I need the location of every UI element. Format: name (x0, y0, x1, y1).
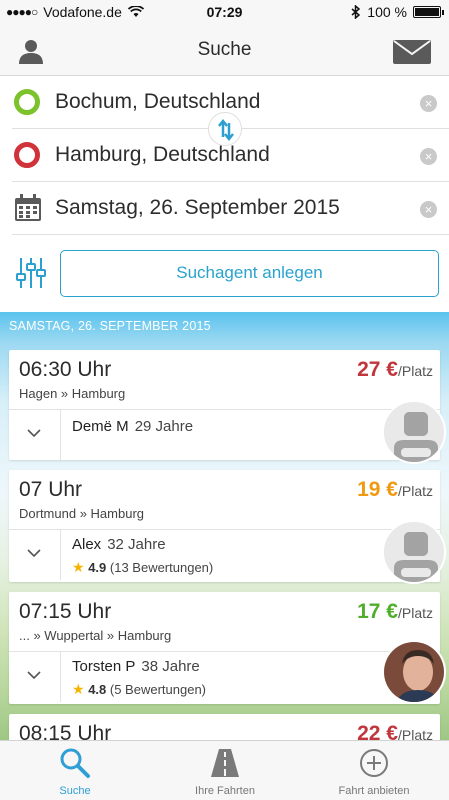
driver-age: 32 Jahre (107, 536, 166, 553)
plus-circle-icon (360, 749, 388, 777)
ride-price: 22 €/Platz (357, 722, 433, 740)
driver-info: Demë M 29 Jahre (72, 418, 193, 435)
ride-time: 06:30 Uhr (19, 358, 112, 381)
origin-value: Bochum, Deutschland (55, 90, 261, 113)
tab-bar: Suche Ihre Fahrten Fahrt anbieten (0, 740, 449, 800)
expand-button[interactable] (9, 410, 61, 460)
chevron-down-icon (27, 549, 41, 558)
chevron-down-icon (27, 671, 41, 680)
star-icon: ★ (72, 681, 85, 697)
review-count: (13 Bewertungen) (109, 560, 214, 575)
avatar (382, 520, 446, 584)
nav-bar: Suche (0, 26, 449, 76)
ride-route: ... » Wuppertal » Hamburg (19, 628, 172, 643)
driver-rating: ★ 4.8 (5 Bewertungen) (72, 681, 206, 698)
default-avatar-icon (384, 522, 444, 582)
swap-arrows-icon (218, 118, 234, 142)
price-unit: /Platz (397, 363, 433, 379)
tab-offer-ride[interactable]: Fahrt anbieten (299, 741, 449, 800)
date-field[interactable]: Samstag, 26. September 2015 × (12, 182, 449, 235)
avatar (382, 640, 446, 704)
driver-age: 38 Jahre (141, 658, 200, 675)
mail-icon[interactable] (393, 40, 431, 64)
driver-info: Torsten P 38 Jahre (72, 658, 200, 675)
ride-time: 08:15 Uhr (19, 722, 112, 740)
avatar (382, 400, 446, 464)
tab-label: Fahrt anbieten (338, 785, 410, 797)
star-icon: ★ (72, 559, 85, 575)
origin-marker-icon (14, 89, 40, 115)
expand-button[interactable] (9, 530, 61, 580)
filter-sliders-icon[interactable] (16, 257, 46, 289)
tab-label: Ihre Fahrten (195, 785, 255, 797)
tab-search[interactable]: Suche (0, 741, 150, 800)
tab-label: Suche (59, 785, 91, 797)
destination-marker-icon (14, 142, 40, 168)
default-avatar-icon (384, 402, 444, 462)
review-count: (5 Bewertungen) (109, 682, 207, 697)
ride-card[interactable]: 07 Uhr 19 €/Platz Dortmund » Hamburg Ale… (9, 470, 446, 584)
status-bar: ●●●●○ Vodafone.de 07:29 100 % (0, 0, 449, 26)
bluetooth-icon (351, 5, 361, 19)
ride-price: 27 €/Platz (357, 358, 433, 382)
search-icon (60, 748, 90, 778)
driver-name: Demë M (72, 418, 129, 435)
driver-rating: ★ 4.9 (13 Bewertungen) (72, 559, 213, 576)
price-unit: /Platz (397, 483, 433, 499)
clear-origin-icon[interactable]: × (420, 95, 437, 112)
search-form: Bochum, Deutschland × Hamburg, Deutschla… (0, 76, 449, 235)
date-value: Samstag, 26. September 2015 (55, 196, 340, 219)
date-section-header: SAMSTAG, 26. SEPTEMBER 2015 (9, 319, 211, 333)
ride-card[interactable]: 06:30 Uhr 27 €/Platz Hagen » Hamburg Dem… (9, 350, 446, 464)
divider (9, 529, 440, 530)
price-amount: 27 € (357, 358, 398, 381)
road-icon (211, 749, 239, 777)
driver-name: Torsten P (72, 658, 136, 675)
create-search-agent-button[interactable]: Suchagent anlegen (60, 250, 439, 297)
tab-my-rides[interactable]: Ihre Fahrten (150, 741, 300, 800)
ride-price: 19 €/Platz (357, 478, 433, 502)
results-list[interactable]: SAMSTAG, 26. SEPTEMBER 2015 06:30 Uhr 27… (0, 312, 449, 740)
ride-card[interactable]: 07:15 Uhr 17 €/Platz ... » Wuppertal » H… (9, 592, 446, 704)
expand-button[interactable] (9, 652, 61, 702)
divider (9, 409, 440, 410)
ride-route: Dortmund » Hamburg (19, 506, 144, 521)
ride-card[interactable]: 08:15 Uhr 22 €/Platz (9, 714, 440, 740)
ride-route: Hagen » Hamburg (19, 386, 126, 401)
divider (9, 651, 440, 652)
driver-name: Alex (72, 536, 102, 553)
ride-price: 17 €/Platz (357, 600, 433, 624)
page-title: Suche (197, 39, 252, 60)
price-amount: 19 € (357, 478, 398, 501)
ride-time: 07:15 Uhr (19, 600, 112, 623)
rating-score: 4.9 (88, 560, 107, 575)
battery-icon (413, 6, 444, 18)
swap-locations-button[interactable] (208, 112, 242, 146)
price-unit: /Platz (397, 727, 433, 740)
rating-score: 4.8 (88, 682, 107, 697)
price-amount: 17 € (357, 600, 398, 623)
price-amount: 22 € (357, 722, 398, 740)
clear-date-icon[interactable]: × (420, 201, 437, 218)
calendar-icon (15, 194, 41, 221)
chevron-down-icon (27, 429, 41, 438)
price-unit: /Platz (397, 605, 433, 621)
driver-photo (384, 642, 444, 702)
clear-destination-icon[interactable]: × (420, 148, 437, 165)
driver-age: 29 Jahre (134, 418, 194, 435)
driver-info: Alex 32 Jahre (72, 536, 166, 553)
search-agent-row: Suchagent anlegen (0, 240, 449, 312)
ride-time: 07 Uhr (19, 478, 83, 501)
battery-percent: 100 % (367, 4, 407, 20)
